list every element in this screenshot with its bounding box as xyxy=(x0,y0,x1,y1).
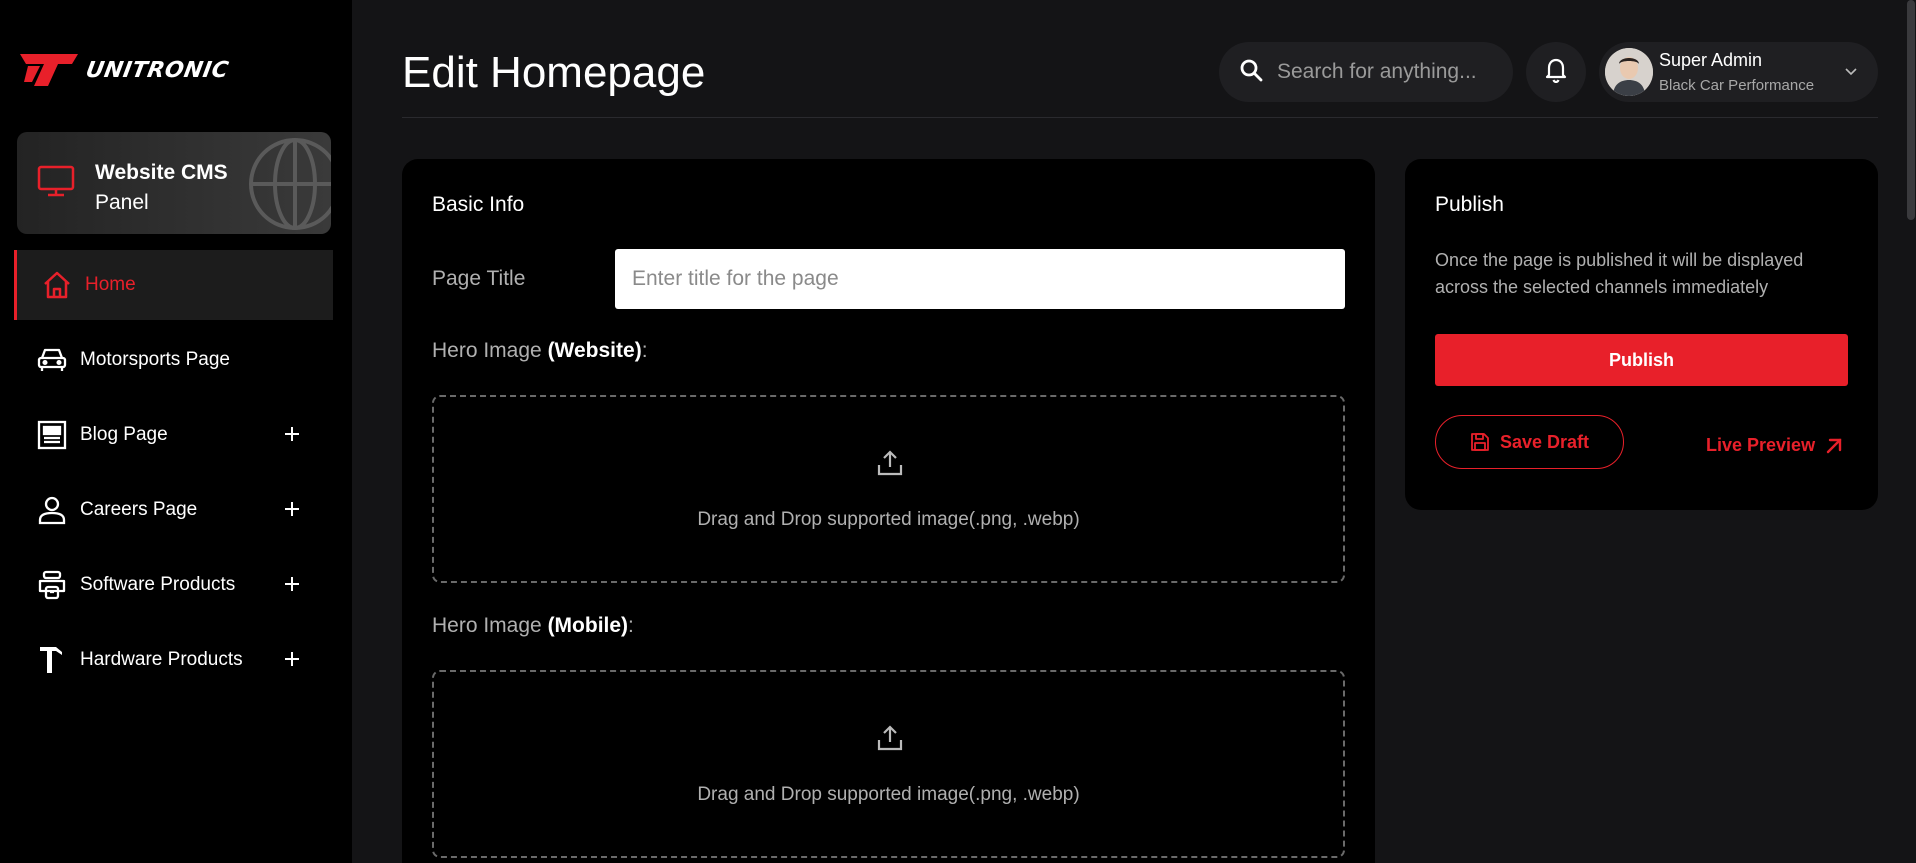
globe-icon xyxy=(245,134,331,234)
cms-card-title: Website CMS Panel xyxy=(95,158,228,218)
search-icon xyxy=(1239,58,1263,87)
sidebar-item-careers[interactable]: Careers Page xyxy=(0,475,352,545)
expand-plus-icon[interactable] xyxy=(280,497,304,521)
basic-info-title: Basic Info xyxy=(432,193,525,216)
user-name: Super Admin xyxy=(1659,50,1763,70)
hero-website-label-text: Hero Image xyxy=(432,339,542,362)
hardware-icon xyxy=(36,644,68,676)
scrollbar-track[interactable] xyxy=(1906,0,1916,863)
hero-website-label-suffix: (Website) xyxy=(547,339,642,362)
sidebar-item-label: Software Products xyxy=(80,574,236,595)
hero-mobile-label-suffix: (Mobile) xyxy=(547,614,629,637)
sidebar-item-label: Motorsports Page xyxy=(80,349,230,370)
header-divider xyxy=(402,117,1878,118)
sidebar-item-label: Hardware Products xyxy=(80,649,243,670)
bell-icon xyxy=(1544,57,1568,88)
unitronic-logo-icon xyxy=(20,54,78,86)
save-icon xyxy=(1470,432,1490,452)
software-icon xyxy=(36,569,68,601)
save-draft-label: Save Draft xyxy=(1499,431,1590,452)
avatar xyxy=(1605,48,1653,96)
live-preview-label: Live Preview xyxy=(1706,435,1816,455)
page-title-label: Page Title xyxy=(432,267,526,290)
expand-plus-icon[interactable] xyxy=(280,422,304,446)
hero-mobile-label: Hero Image (Mobile): xyxy=(432,614,634,638)
cms-card-title-line1: Website CMS xyxy=(95,161,228,184)
search-input[interactable] xyxy=(1277,60,1497,84)
hero-website-dropzone[interactable]: Drag and Drop supported image(.png, .web… xyxy=(432,395,1345,583)
chevron-down-icon[interactable] xyxy=(1844,65,1858,84)
user-menu[interactable]: Super Admin Black Car Performance xyxy=(1599,42,1878,102)
sidebar-item-label: Home xyxy=(85,274,136,295)
home-icon xyxy=(41,269,73,301)
sidebar: UNITRONIC Website CMS Panel Home Motorsp… xyxy=(0,0,352,863)
scrollbar-thumb[interactable] xyxy=(1907,0,1915,220)
user-icon xyxy=(36,494,68,526)
notifications-button[interactable] xyxy=(1526,42,1586,102)
sidebar-item-blog[interactable]: Blog Page xyxy=(0,400,352,470)
hero-mobile-dropzone[interactable]: Drag and Drop supported image(.png, .web… xyxy=(432,670,1345,858)
upload-icon xyxy=(876,724,904,757)
brand-logo[interactable]: UNITRONIC xyxy=(18,50,231,90)
sidebar-item-motorsports[interactable]: Motorsports Page xyxy=(0,325,352,395)
search-bar[interactable] xyxy=(1219,42,1513,102)
hero-website-label: Hero Image (Website): xyxy=(432,339,648,363)
expand-plus-icon[interactable] xyxy=(280,572,304,596)
publish-title: Publish xyxy=(1435,193,1504,216)
brand-name: UNITRONIC xyxy=(83,57,231,83)
cms-panel-card[interactable]: Website CMS Panel xyxy=(17,132,331,234)
cms-card-title-line2: Panel xyxy=(95,191,149,214)
label-colon: : xyxy=(628,614,634,637)
page-title: Edit Homepage xyxy=(402,48,706,97)
basic-info-panel: Basic Info Page Title Hero Image (Websit… xyxy=(402,159,1375,863)
save-draft-button[interactable]: Save Draft xyxy=(1435,415,1624,469)
live-preview-link[interactable]: Live Preview xyxy=(1706,435,1843,456)
sidebar-nav: Home Motorsports Page Blog Page Careers … xyxy=(0,250,352,700)
arrow-up-right-icon xyxy=(1825,437,1843,455)
sidebar-item-home[interactable]: Home xyxy=(14,250,333,320)
user-organization: Black Car Performance xyxy=(1659,77,1815,94)
page-title-input[interactable] xyxy=(615,249,1345,309)
publish-description: Once the page is published it will be di… xyxy=(1435,250,1804,297)
monitor-icon xyxy=(37,164,75,203)
label-colon: : xyxy=(641,339,648,362)
expand-plus-icon[interactable] xyxy=(280,647,304,671)
dropzone-text: Drag and Drop supported image(.png, .web… xyxy=(697,784,1080,805)
publish-button[interactable]: Publish xyxy=(1435,334,1848,386)
upload-icon xyxy=(876,449,904,482)
sidebar-item-label: Careers Page xyxy=(80,499,198,520)
sidebar-item-hardware[interactable]: Hardware Products xyxy=(0,625,352,695)
sidebar-item-label: Blog Page xyxy=(80,424,168,445)
hero-mobile-label-text: Hero Image xyxy=(432,614,542,637)
dropzone-text: Drag and Drop supported image(.png, .web… xyxy=(697,509,1080,530)
publish-panel: Publish Once the page is published it wi… xyxy=(1405,159,1878,510)
car-icon xyxy=(36,344,68,376)
sidebar-item-software[interactable]: Software Products xyxy=(0,550,352,620)
blog-icon xyxy=(36,419,68,451)
